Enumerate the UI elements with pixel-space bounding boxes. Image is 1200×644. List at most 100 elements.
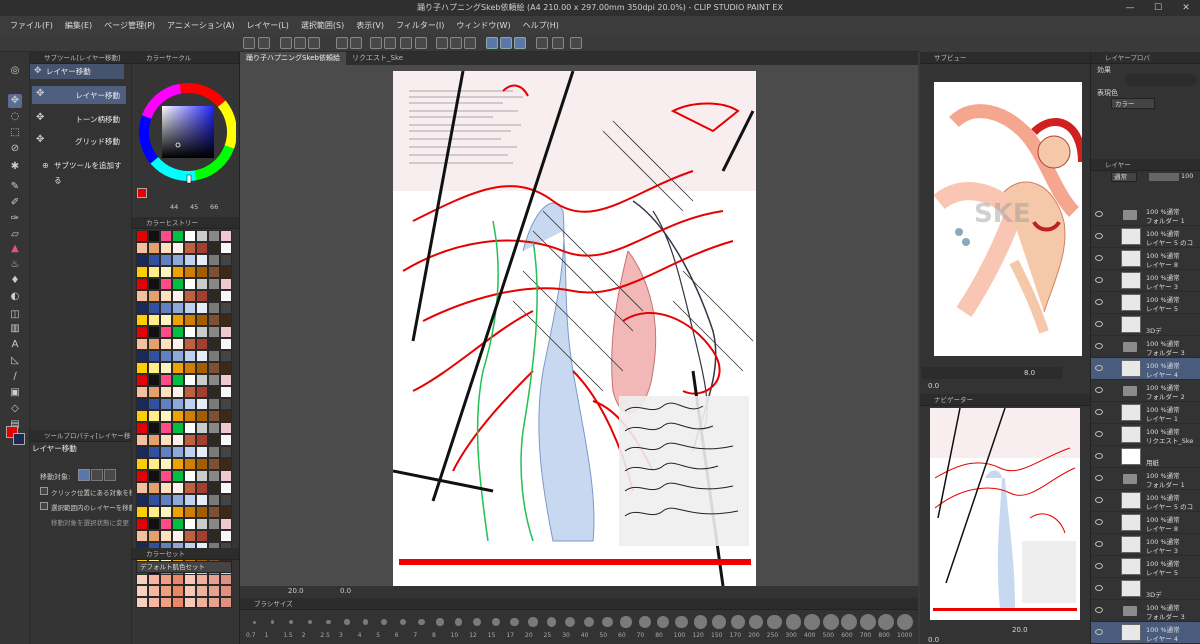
color-history-swatch[interactable] — [148, 350, 160, 362]
color-history-swatch[interactable] — [160, 434, 172, 446]
color-history-swatch[interactable] — [220, 338, 232, 350]
eye-icon[interactable] — [1095, 497, 1103, 503]
color-history-swatch[interactable] — [208, 530, 220, 542]
canvas-paper[interactable] — [393, 71, 756, 586]
color-history-swatch[interactable] — [148, 278, 160, 290]
color-history-swatch[interactable] — [172, 434, 184, 446]
fill-icon[interactable] — [400, 37, 412, 49]
brush-size-preset[interactable] — [859, 614, 876, 630]
color-history-swatch[interactable] — [172, 422, 184, 434]
color-history-swatch[interactable] — [184, 242, 196, 254]
color-history-swatch[interactable] — [220, 326, 232, 338]
color-history-swatch[interactable] — [220, 290, 232, 302]
color-history-swatch[interactable] — [196, 530, 208, 542]
color-history-swatch[interactable] — [160, 506, 172, 518]
color-history-swatch[interactable] — [184, 302, 196, 314]
color-history-swatch[interactable] — [196, 506, 208, 518]
color-history-swatch[interactable] — [208, 254, 220, 266]
color-history-swatch[interactable] — [220, 314, 232, 326]
navigator-zoom[interactable]: 20.0 — [1012, 626, 1028, 634]
color-history-swatch[interactable] — [160, 242, 172, 254]
color-history-swatch[interactable] — [136, 254, 148, 266]
option-checkbox-2[interactable] — [40, 502, 48, 510]
eye-icon[interactable] — [1095, 343, 1103, 349]
brush-size-preset[interactable] — [841, 614, 858, 630]
color-history-swatch[interactable] — [148, 446, 160, 458]
color-history-swatch[interactable] — [196, 386, 208, 398]
help-icon[interactable] — [536, 37, 548, 49]
color-history-swatch[interactable] — [172, 410, 184, 422]
eye-icon[interactable] — [1095, 299, 1103, 305]
clear-icon[interactable] — [415, 37, 427, 49]
color-history-swatch[interactable] — [184, 374, 196, 386]
brush-size-preset[interactable] — [693, 615, 707, 629]
sub-tool-tone-move[interactable]: ✥ トーン柄移動 — [32, 110, 126, 128]
color-history-swatch[interactable] — [184, 410, 196, 422]
canvas-angle-value[interactable]: 0.0 — [340, 587, 351, 595]
color-history-swatch[interactable] — [220, 494, 232, 506]
color-history-swatch[interactable] — [172, 242, 184, 254]
layer-row[interactable]: 100 %通常 レイヤー 5 — [1091, 292, 1200, 314]
color-history-swatch[interactable] — [136, 530, 148, 542]
color-history-swatch[interactable] — [208, 230, 220, 242]
color-history-swatch[interactable] — [208, 302, 220, 314]
color-history-swatch[interactable] — [196, 410, 208, 422]
menu-page[interactable]: ページ管理(P) — [104, 20, 155, 31]
color-history-swatch[interactable] — [160, 386, 172, 398]
color-history-swatch[interactable] — [184, 266, 196, 278]
frame-tool-icon[interactable]: ▥ — [8, 322, 22, 336]
color-history-swatch[interactable] — [172, 482, 184, 494]
color-history-swatch[interactable] — [208, 242, 220, 254]
color-history-swatch[interactable] — [172, 458, 184, 470]
color-history-swatch[interactable] — [172, 326, 184, 338]
menu-file[interactable]: ファイル(F) — [10, 20, 53, 31]
color-history-swatch[interactable] — [160, 302, 172, 314]
color-history-swatch[interactable] — [160, 422, 172, 434]
color-set-swatch[interactable] — [172, 574, 184, 586]
layer-row[interactable]: 100 %通常 レイヤー 3 — [1091, 270, 1200, 292]
color-history-swatch[interactable] — [208, 374, 220, 386]
layer-row[interactable]: 100 %通常 レイヤー 5 のコ — [1091, 226, 1200, 248]
canvas-zoom-value[interactable]: 20.0 — [288, 587, 304, 595]
color-history-swatch[interactable] — [208, 314, 220, 326]
layer-row[interactable]: 100 %通常 レイヤー 5 — [1091, 556, 1200, 578]
redo-icon[interactable] — [350, 37, 362, 49]
color-history-swatch[interactable] — [172, 314, 184, 326]
menu-filter[interactable]: フィルター(I) — [396, 20, 444, 31]
gradient-tool-icon[interactable]: ◐ — [8, 290, 22, 304]
menu-window[interactable]: ウィンドウ(W) — [456, 20, 510, 31]
color-set-grid[interactable] — [136, 574, 232, 608]
color-history-swatch[interactable] — [196, 362, 208, 374]
eye-icon[interactable] — [1095, 211, 1103, 217]
eye-icon[interactable] — [1095, 321, 1103, 327]
color-history-swatch[interactable] — [160, 290, 172, 302]
color-history-swatch[interactable] — [220, 434, 232, 446]
color-history-swatch[interactable] — [184, 506, 196, 518]
snap-ruler-icon[interactable] — [486, 37, 498, 49]
color-history-swatch[interactable] — [136, 482, 148, 494]
blend-mode-select[interactable]: 通常 — [1111, 172, 1137, 182]
brush-size-preset[interactable] — [252, 620, 256, 624]
color-history-swatch[interactable] — [196, 314, 208, 326]
add-sub-tool-button[interactable]: ⊕ サブツールを追加する — [32, 158, 126, 185]
color-history-swatch[interactable] — [148, 518, 160, 530]
color-set-swatch[interactable] — [208, 585, 220, 597]
color-history-swatch[interactable] — [220, 398, 232, 410]
brush-size-preset[interactable] — [767, 614, 783, 630]
eraser-tool-icon[interactable]: ▱ — [8, 228, 22, 242]
color-history-swatch[interactable] — [160, 410, 172, 422]
main-color-indicator[interactable] — [137, 188, 147, 198]
snap-grid-icon[interactable] — [514, 37, 526, 49]
color-set-swatch[interactable] — [136, 574, 148, 586]
color-history-swatch[interactable] — [196, 482, 208, 494]
brush-size-preset[interactable] — [804, 614, 820, 630]
color-history-swatch[interactable] — [172, 266, 184, 278]
layer-row[interactable]: 100 %通常 リクエスト_Ske — [1091, 424, 1200, 446]
color-history-swatch[interactable] — [208, 410, 220, 422]
ruler3-icon[interactable] — [464, 37, 476, 49]
brush-size-preset[interactable] — [675, 615, 689, 629]
color-history-swatch[interactable] — [208, 278, 220, 290]
color-history-swatch[interactable] — [220, 518, 232, 530]
sub-view-angle[interactable]: 0.0 — [928, 382, 939, 390]
color-history-swatch[interactable] — [196, 350, 208, 362]
